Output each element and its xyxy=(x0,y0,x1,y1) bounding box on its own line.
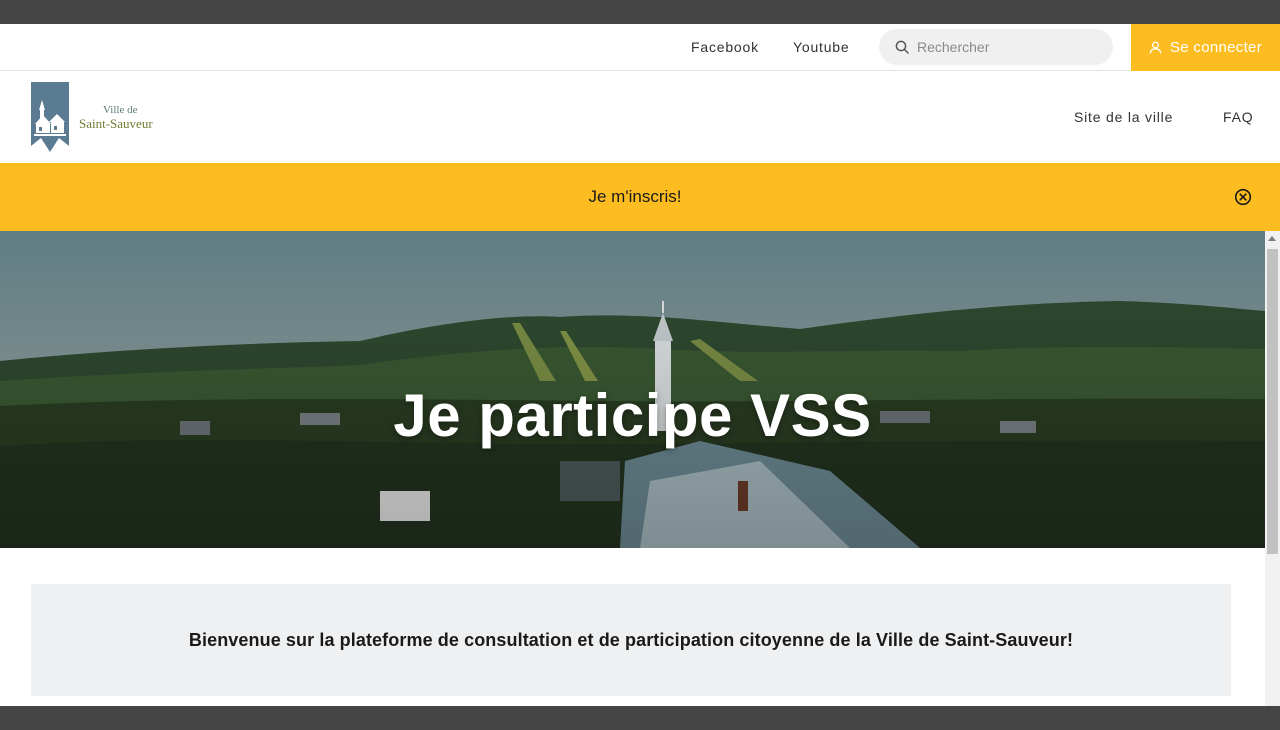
logo-line2: Saint-Sauveur xyxy=(79,115,153,131)
signup-banner: Je m'inscris! xyxy=(0,163,1280,231)
utility-bar: Facebook Youtube Se connecter xyxy=(0,24,1280,71)
logo-line1: Ville de xyxy=(103,103,138,116)
site-logo[interactable]: Ville de Saint-Sauveur xyxy=(31,82,171,152)
search-input[interactable] xyxy=(917,39,1097,55)
hero-title: Je participe VSS xyxy=(393,382,872,449)
browser-top-bar xyxy=(0,0,1280,24)
search-icon xyxy=(895,40,909,54)
nav-site-de-la-ville[interactable]: Site de la ville xyxy=(1074,109,1173,125)
close-circle-icon[interactable] xyxy=(1234,188,1252,206)
logo-text: Ville de Saint-Sauveur xyxy=(79,104,153,131)
page-viewport: Facebook Youtube Se connecter xyxy=(0,24,1280,706)
facebook-link[interactable]: Facebook xyxy=(691,39,759,55)
login-button[interactable]: Se connecter xyxy=(1131,24,1280,71)
welcome-card: Bienvenue sur la plateforme de consultat… xyxy=(31,584,1231,696)
nav-faq[interactable]: FAQ xyxy=(1223,109,1253,125)
page-scrollbar[interactable] xyxy=(1265,231,1280,706)
town-logo-icon xyxy=(31,82,69,152)
welcome-text: Bienvenue sur la plateforme de consultat… xyxy=(188,629,1074,650)
scroll-up-arrow-icon[interactable] xyxy=(1268,236,1276,241)
login-label: Se connecter xyxy=(1170,39,1262,56)
youtube-link[interactable]: Youtube xyxy=(793,39,849,55)
hero-section: Je participe VSS xyxy=(0,231,1265,548)
main-header: Ville de Saint-Sauveur Site de la ville … xyxy=(0,71,1280,163)
signup-banner-link[interactable]: Je m'inscris! xyxy=(0,187,1270,207)
browser-bottom-bar xyxy=(0,706,1280,730)
page-content: Je participe VSS Bienvenue sur la platef… xyxy=(0,231,1265,706)
search-box[interactable] xyxy=(879,29,1113,65)
user-icon xyxy=(1149,41,1162,54)
scroll-thumb[interactable] xyxy=(1267,249,1278,554)
